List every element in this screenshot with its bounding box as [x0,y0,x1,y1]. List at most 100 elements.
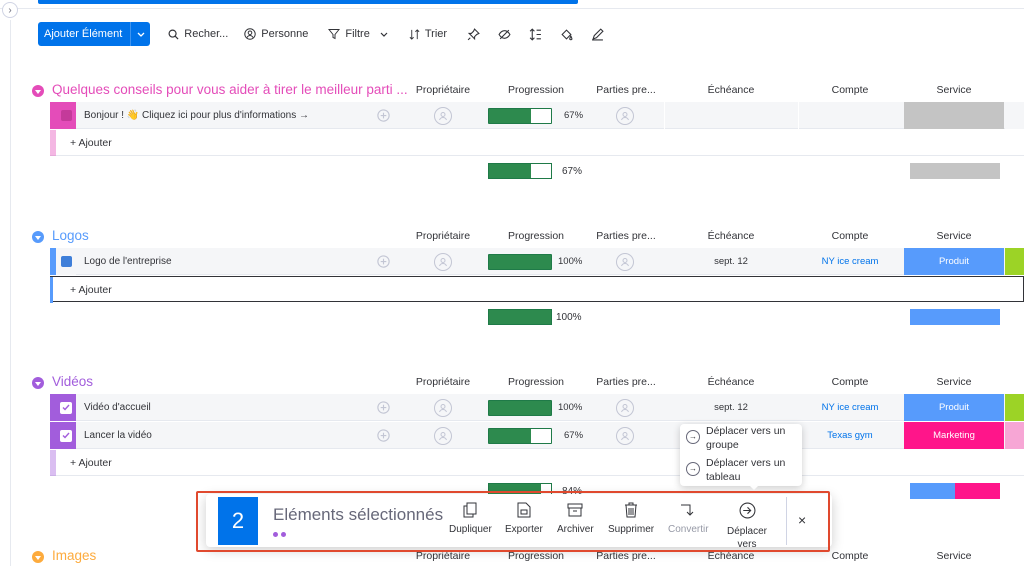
group-title[interactable]: Logos [52,228,89,243]
progress-bar [488,108,552,124]
summary-service-bar [910,483,1000,499]
owner-avatar-icon[interactable] [434,399,452,417]
row-checkbox-checked[interactable] [56,422,76,449]
add-update-icon[interactable] [376,254,391,269]
row-checkbox-checked[interactable] [56,394,76,421]
hide-icon[interactable] [498,28,511,41]
table-row[interactable]: Logo de l'entreprise 100% sept. 12 NY ic… [50,248,1024,275]
extra-column-cell[interactable] [1005,422,1024,449]
progress-bar [488,254,552,270]
column-service[interactable]: Service [904,84,1004,96]
extra-column-cell[interactable] [1005,102,1024,129]
owner-avatar-icon[interactable] [434,107,452,125]
column-stakeholders[interactable]: Parties pre... [588,230,664,242]
item-name[interactable]: Vidéo d'accueil [84,402,151,413]
due-date[interactable]: sept. 12 [666,402,796,413]
owner-avatar-icon[interactable] [434,253,452,271]
filter-button[interactable]: Filtre [328,28,392,40]
column-account[interactable]: Compte [800,84,900,96]
column-due[interactable]: Échéance [666,230,796,242]
group-toggle-icon[interactable] [32,85,44,97]
due-cell[interactable] [664,102,798,129]
owner-avatar-icon[interactable] [434,427,452,445]
table-row[interactable]: Lancer la vidéo 67% Texas gym Marketing [50,422,1024,449]
column-service[interactable]: Service [904,550,1004,562]
add-item-button[interactable]: Ajouter Élément [38,22,151,46]
stakeholder-avatar-icon[interactable] [616,399,634,417]
row-checkbox[interactable] [56,102,76,129]
group-header: Logos Propriétaire Progression Parties p… [0,226,1024,248]
column-progress[interactable]: Progression [486,84,586,96]
column-service[interactable]: Service [904,376,1004,388]
account-tag[interactable]: NY ice cream [800,256,900,267]
service-cell[interactable]: Produit [904,248,1004,275]
add-update-icon[interactable] [376,400,391,415]
highlight-frame [196,491,830,552]
stakeholder-avatar-icon[interactable] [616,253,634,271]
move-to-board-option[interactable]: → Déplacer vers un tableau [686,456,798,484]
item-name[interactable]: Logo de l'entreprise [84,256,172,267]
group-title[interactable]: Images [52,548,96,563]
sort-button[interactable]: Trier [409,28,447,40]
chevron-down-icon[interactable] [130,22,150,46]
add-item-text: + Ajouter [70,284,112,296]
column-due[interactable]: Échéance [666,376,796,388]
column-owner[interactable]: Propriétaire [404,230,482,242]
person-icon [244,28,256,40]
column-owner[interactable]: Propriétaire [404,84,482,96]
add-item-text: + Ajouter [70,457,112,469]
group-color-bar [50,130,56,156]
column-due[interactable]: Échéance [666,84,796,96]
person-filter-button[interactable]: Personne [244,28,308,40]
search-label: Recher... [184,28,229,40]
stakeholder-avatar-icon[interactable] [616,107,634,125]
extra-column-cell[interactable] [1005,248,1024,275]
group-title[interactable]: Quelques conseils pour vous aider à tire… [52,82,408,97]
group-toggle-icon[interactable] [32,231,44,243]
column-stakeholders[interactable]: Parties pre... [588,376,664,388]
column-stakeholders[interactable]: Parties pre... [588,84,664,96]
row-height-icon[interactable] [529,27,542,41]
extra-column-cell[interactable] [1005,394,1024,421]
column-progress[interactable]: Progression [486,376,586,388]
account-tag[interactable]: Texas gym [800,430,900,441]
add-update-icon[interactable] [376,428,391,443]
move-to-group-option[interactable]: → Déplacer vers un groupe [686,424,798,452]
account-tag[interactable]: NY ice cream [800,402,900,413]
column-account[interactable]: Compte [800,230,900,242]
row-checkbox[interactable] [56,248,76,275]
item-name[interactable]: Lancer la vidéo [84,430,152,441]
group-title[interactable]: Vidéos [52,374,93,389]
group-header: Vidéos Propriétaire Progression Parties … [0,372,1024,394]
edit-icon[interactable] [591,27,604,41]
service-cell[interactable]: Marketing [904,422,1004,449]
account-cell[interactable] [798,102,902,129]
add-item-row[interactable]: + Ajouter [50,276,1024,303]
column-owner[interactable]: Propriétaire [404,376,482,388]
chevron-down-icon[interactable] [380,32,388,37]
group-toggle-icon[interactable] [32,377,44,389]
add-update-icon[interactable] [376,108,391,123]
collapse-sidebar-icon[interactable]: › [2,2,18,18]
service-cell[interactable]: Produit [904,394,1004,421]
service-cell[interactable] [904,102,1004,129]
add-item-row[interactable]: + Ajouter [50,450,1024,476]
pin-icon[interactable] [467,27,480,41]
column-service[interactable]: Service [904,230,1004,242]
table-row[interactable]: Vidéo d'accueil 100% sept. 12 NY ice cre… [50,394,1024,421]
column-progress[interactable]: Progression [486,230,586,242]
menu-pointer [748,484,760,490]
summary-service-bar [910,309,1000,325]
group-toggle-icon[interactable] [32,551,44,563]
search-button[interactable]: Recher... [168,28,228,40]
stakeholder-avatar-icon[interactable] [616,427,634,445]
move-menu: → Déplacer vers un groupe → Déplacer ver… [680,424,802,486]
paint-bucket-icon[interactable] [560,28,573,41]
sort-icon [409,28,420,40]
add-item-row[interactable]: + Ajouter [50,130,1024,156]
column-account[interactable]: Compte [800,376,900,388]
item-name[interactable]: Bonjour ! 👋 Cliquez ici pour plus d'info… [84,110,309,121]
table-row[interactable]: Bonjour ! 👋 Cliquez ici pour plus d'info… [50,102,1024,129]
progress-bar [488,400,552,416]
due-date[interactable]: sept. 12 [666,256,796,267]
